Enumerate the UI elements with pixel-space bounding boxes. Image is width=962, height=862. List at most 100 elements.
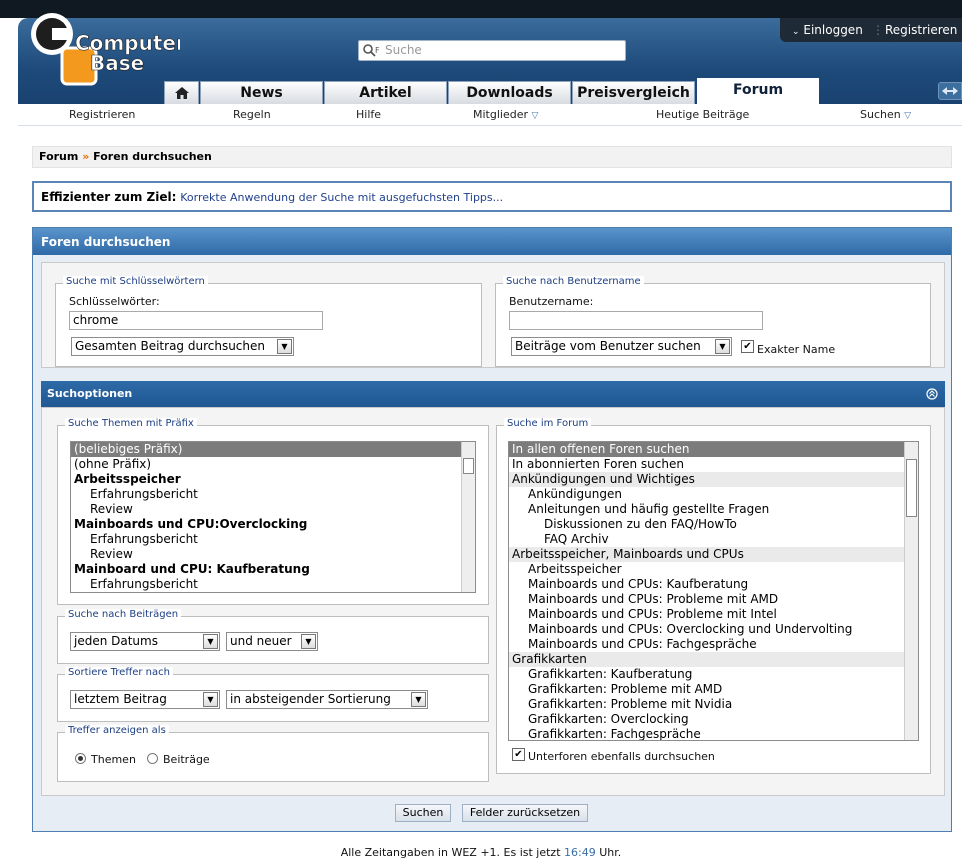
list-item[interactable]: Grafikkarten: Overclocking: [509, 712, 904, 727]
direction-value: und neuer: [230, 634, 292, 648]
register-link[interactable]: Registrieren: [885, 23, 957, 37]
keyword-scope-select[interactable]: Gesamten Beitrag durchsuchen ▼: [71, 337, 294, 356]
list-item[interactable]: FAQ Archiv: [509, 532, 904, 547]
dropdown-arrow-icon: ▼: [715, 339, 730, 354]
arrows-horizontal-icon: [942, 87, 958, 95]
keyword-legend: Suche mit Schlüsselwörtern: [63, 276, 208, 287]
username-input[interactable]: [509, 311, 763, 330]
search-icon: F: [363, 44, 380, 57]
sort-order-select[interactable]: in absteigender Sortierung ▼: [226, 690, 428, 709]
breadcrumb: Forum » Foren durchsuchen: [32, 146, 952, 168]
list-item[interactable]: Grafikkarten: [509, 652, 904, 667]
reset-button[interactable]: Felder zurücksetzen: [462, 804, 588, 822]
list-item[interactable]: Anleitungen und häufig gestellte Fragen: [509, 502, 904, 517]
list-item[interactable]: Review: [71, 502, 461, 517]
list-item[interactable]: Review: [71, 547, 461, 562]
scrollbar[interactable]: [904, 442, 918, 740]
footer-prefix: Alle Zeitangaben in WEZ +1. Es ist jetzt: [340, 846, 561, 859]
exact-name-checkbox[interactable]: ✔: [741, 340, 754, 353]
scrollbar[interactable]: [461, 442, 475, 592]
list-item[interactable]: (ohne Präfix): [71, 457, 461, 472]
direction-select[interactable]: und neuer ▼: [226, 632, 318, 651]
username-mode-select[interactable]: Beiträge vom Benutzer suchen ▼: [511, 337, 732, 356]
home-icon: [174, 87, 189, 99]
subnav-search[interactable]: Suchen ▽: [860, 108, 911, 121]
list-item[interactable]: Mainboards und CPUs: Probleme mit AMD: [509, 592, 904, 607]
breadcrumb-forum[interactable]: Forum: [39, 150, 78, 163]
logo-graphic: Computer Base: [31, 13, 186, 86]
list-item[interactable]: Arbeitsspeicher: [71, 472, 461, 487]
list-item[interactable]: In allen offenen Foren suchen: [509, 442, 904, 457]
search-form-panel: Foren durchsuchen Suche mit Schlüsselwör…: [32, 227, 952, 832]
search-tips-link[interactable]: Korrekte Anwendung der Suche mit ausgefu…: [180, 191, 503, 204]
list-item[interactable]: Diskussionen zu den FAQ/HowTo: [509, 517, 904, 532]
date-select[interactable]: jeden Datums ▼: [70, 632, 220, 651]
subforums-label: Unterforen ebenfalls durchsuchen: [528, 750, 715, 763]
search-options-header: Suchoptionen: [41, 381, 945, 407]
subforums-checkbox[interactable]: ✔: [512, 748, 525, 761]
tab-forum[interactable]: Forum: [697, 78, 819, 105]
list-item[interactable]: Mainboards und CPUs: Kaufberatung: [509, 577, 904, 592]
tab-artikel[interactable]: Artikel: [324, 81, 447, 104]
tab-home[interactable]: [164, 81, 199, 104]
list-item[interactable]: Grafikkarten: Probleme mit Nvidia: [509, 697, 904, 712]
list-item[interactable]: Mainboards und CPU:Overclocking: [71, 517, 461, 532]
posts-fieldset: Suche nach Beiträgen jeden Datums ▼ und …: [57, 609, 489, 664]
prefix-fieldset: Suche Themen mit Präfix (beliebiges Präf…: [57, 418, 489, 605]
list-item[interactable]: Erfahrungsbericht: [71, 577, 461, 592]
display-threads-radio[interactable]: [75, 753, 86, 764]
keyword-input[interactable]: chrome: [69, 311, 323, 330]
divider: ⋮: [872, 23, 884, 37]
keyword-label: Schlüsselwörter:: [69, 295, 160, 308]
subnav-register[interactable]: Registrieren: [69, 108, 135, 121]
collapse-icon[interactable]: [926, 388, 938, 400]
forum-fieldset: Suche im Forum In allen offenen Foren su…: [496, 418, 931, 774]
user-box: ⌄ Einloggen ⋮ Registrieren: [780, 18, 962, 42]
list-item[interactable]: Erfahrungsbericht: [71, 532, 461, 547]
username-legend: Suche nach Benutzername: [503, 276, 644, 287]
tab-downloads[interactable]: Downloads: [448, 81, 571, 104]
list-item[interactable]: Arbeitsspeicher, Mainboards und CPUs: [509, 547, 904, 562]
tab-news[interactable]: News: [200, 81, 323, 104]
search-options-title: Suchoptionen: [47, 387, 133, 400]
sort-fieldset: Sortiere Treffer nach letztem Beitrag ▼ …: [57, 667, 489, 722]
computerbase-logo[interactable]: Computer Base: [30, 8, 186, 94]
list-item[interactable]: Mainboards und CPUs: Overclocking und Un…: [509, 622, 904, 637]
forum-listbox[interactable]: In allen offenen Foren suchen In abonnier…: [508, 441, 919, 741]
list-item[interactable]: Arbeitsspeicher: [509, 562, 904, 577]
subnav-members[interactable]: Mitglieder ▽: [473, 108, 538, 121]
display-posts-radio[interactable]: [147, 753, 158, 764]
list-item[interactable]: Mainboard und CPU: Kaufberatung: [71, 562, 461, 577]
list-item[interactable]: (beliebiges Präfix): [71, 442, 461, 457]
list-item[interactable]: Mainboards und CPUs: Probleme mit Intel: [509, 607, 904, 622]
sort-order-value: in absteigender Sortierung: [230, 692, 391, 706]
list-item[interactable]: Grafikkarten: Kaufberatung: [509, 667, 904, 682]
subnav-help[interactable]: Hilfe: [356, 108, 381, 121]
subnav-members-label: Mitglieder: [473, 108, 528, 121]
list-item[interactable]: Grafikkarten: Probleme mit AMD: [509, 682, 904, 697]
dropdown-arrow-icon: ▼: [203, 634, 218, 649]
list-item[interactable]: In abonnierten Foren suchen: [509, 457, 904, 472]
page-title: Foren durchsuchen: [33, 228, 951, 255]
display-legend: Treffer anzeigen als: [65, 725, 169, 736]
breadcrumb-current: Foren durchsuchen: [93, 150, 212, 163]
expand-button[interactable]: [938, 82, 962, 100]
login-label: Einloggen: [803, 23, 863, 37]
search-submit-button[interactable]: Suchen: [395, 804, 451, 822]
list-item[interactable]: Grafikkarten: Fachgespräche: [509, 727, 904, 740]
subnav-rules[interactable]: Regeln: [233, 108, 271, 121]
sort-by-value: letztem Beitrag: [74, 692, 167, 706]
tab-preisvergleich[interactable]: Preisvergleich: [572, 81, 695, 104]
list-item[interactable]: Ankündigungen und Wichtiges: [509, 472, 904, 487]
search-input[interactable]: F Suche: [358, 40, 626, 61]
login-link[interactable]: ⌄ Einloggen: [792, 23, 863, 37]
sort-by-select[interactable]: letztem Beitrag ▼: [70, 690, 220, 709]
list-item[interactable]: Erfahrungsbericht: [71, 487, 461, 502]
display-posts-label: Beiträge: [163, 753, 210, 766]
list-item[interactable]: Ankündigungen: [509, 487, 904, 502]
prefix-listbox[interactable]: (beliebiges Präfix) (ohne Präfix) Arbeitss…: [70, 441, 476, 593]
subnav-todays-posts[interactable]: Heutige Beiträge: [656, 108, 749, 121]
sub-navigation: Registrieren Regeln Hilfe Mitglieder ▽ H…: [18, 104, 962, 126]
list-item[interactable]: Mainboards und CPUs: Fachgespräche: [509, 637, 904, 652]
username-label: Benutzername:: [509, 295, 594, 308]
